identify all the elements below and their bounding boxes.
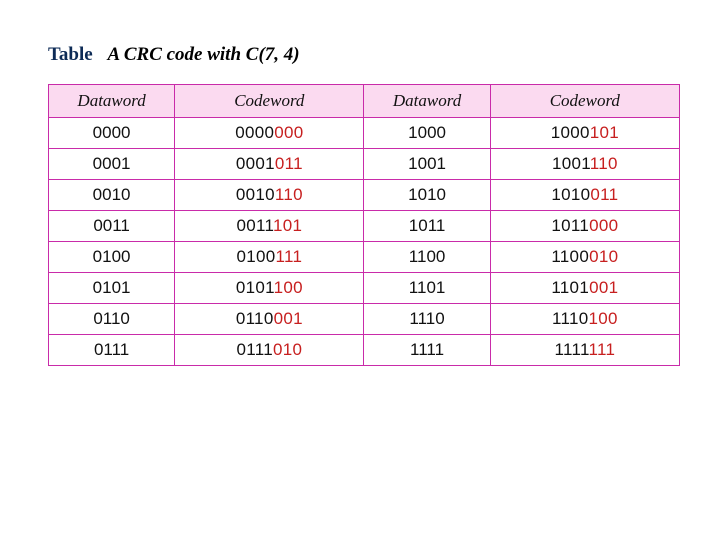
cell-codeword: 1000101 — [490, 118, 679, 149]
table-row: 0010001011010101010011 — [49, 180, 680, 211]
cell-codeword: 1100010 — [490, 242, 679, 273]
cell-codeword: 0100111 — [175, 242, 364, 273]
cell-codeword: 1011000 — [490, 211, 679, 242]
cell-codeword: 0111010 — [175, 335, 364, 366]
cell-codeword: 1111111 — [490, 335, 679, 366]
header-dataword-1: Dataword — [49, 85, 175, 118]
table-row: 0000000000010001000101 — [49, 118, 680, 149]
cell-dataword: 1010 — [364, 180, 490, 211]
cell-codeword: 0001011 — [175, 149, 364, 180]
cell-dataword: 1001 — [364, 149, 490, 180]
cell-codeword: 1010011 — [490, 180, 679, 211]
table-row: 0100010011111001100010 — [49, 242, 680, 273]
cell-codeword: 0110001 — [175, 304, 364, 335]
table-header-row: Dataword Codeword Dataword Codeword — [49, 85, 680, 118]
header-codeword-1: Codeword — [175, 85, 364, 118]
table-row: 0001000101110011001110 — [49, 149, 680, 180]
table-caption: Table A CRC code with C(7, 4) — [48, 44, 680, 66]
cell-codeword: 0101100 — [175, 273, 364, 304]
cell-codeword: 1101001 — [490, 273, 679, 304]
cell-dataword: 1111 — [364, 335, 490, 366]
table-row: 0111011101011111111111 — [49, 335, 680, 366]
cell-dataword: 1100 — [364, 242, 490, 273]
cell-dataword: 0110 — [49, 304, 175, 335]
cell-dataword: 1110 — [364, 304, 490, 335]
cell-dataword: 1011 — [364, 211, 490, 242]
cell-dataword: 0010 — [49, 180, 175, 211]
caption-title: A CRC code with C(7, 4) — [107, 44, 299, 65]
cell-dataword: 1000 — [364, 118, 490, 149]
cell-dataword: 0111 — [49, 335, 175, 366]
cell-dataword: 0000 — [49, 118, 175, 149]
cell-dataword: 0101 — [49, 273, 175, 304]
crc-table: Dataword Codeword Dataword Codeword 0000… — [48, 84, 680, 366]
caption-label: Table — [48, 44, 93, 65]
cell-dataword: 0100 — [49, 242, 175, 273]
cell-codeword: 1110100 — [490, 304, 679, 335]
table-row: 0011001110110111011000 — [49, 211, 680, 242]
cell-codeword: 0011101 — [175, 211, 364, 242]
cell-codeword: 0010110 — [175, 180, 364, 211]
cell-dataword: 0001 — [49, 149, 175, 180]
cell-codeword: 1001110 — [490, 149, 679, 180]
cell-codeword: 0000000 — [175, 118, 364, 149]
table-row: 0101010110011011101001 — [49, 273, 680, 304]
cell-dataword: 1101 — [364, 273, 490, 304]
header-dataword-2: Dataword — [364, 85, 490, 118]
table-row: 0110011000111101110100 — [49, 304, 680, 335]
cell-dataword: 0011 — [49, 211, 175, 242]
header-codeword-2: Codeword — [490, 85, 679, 118]
